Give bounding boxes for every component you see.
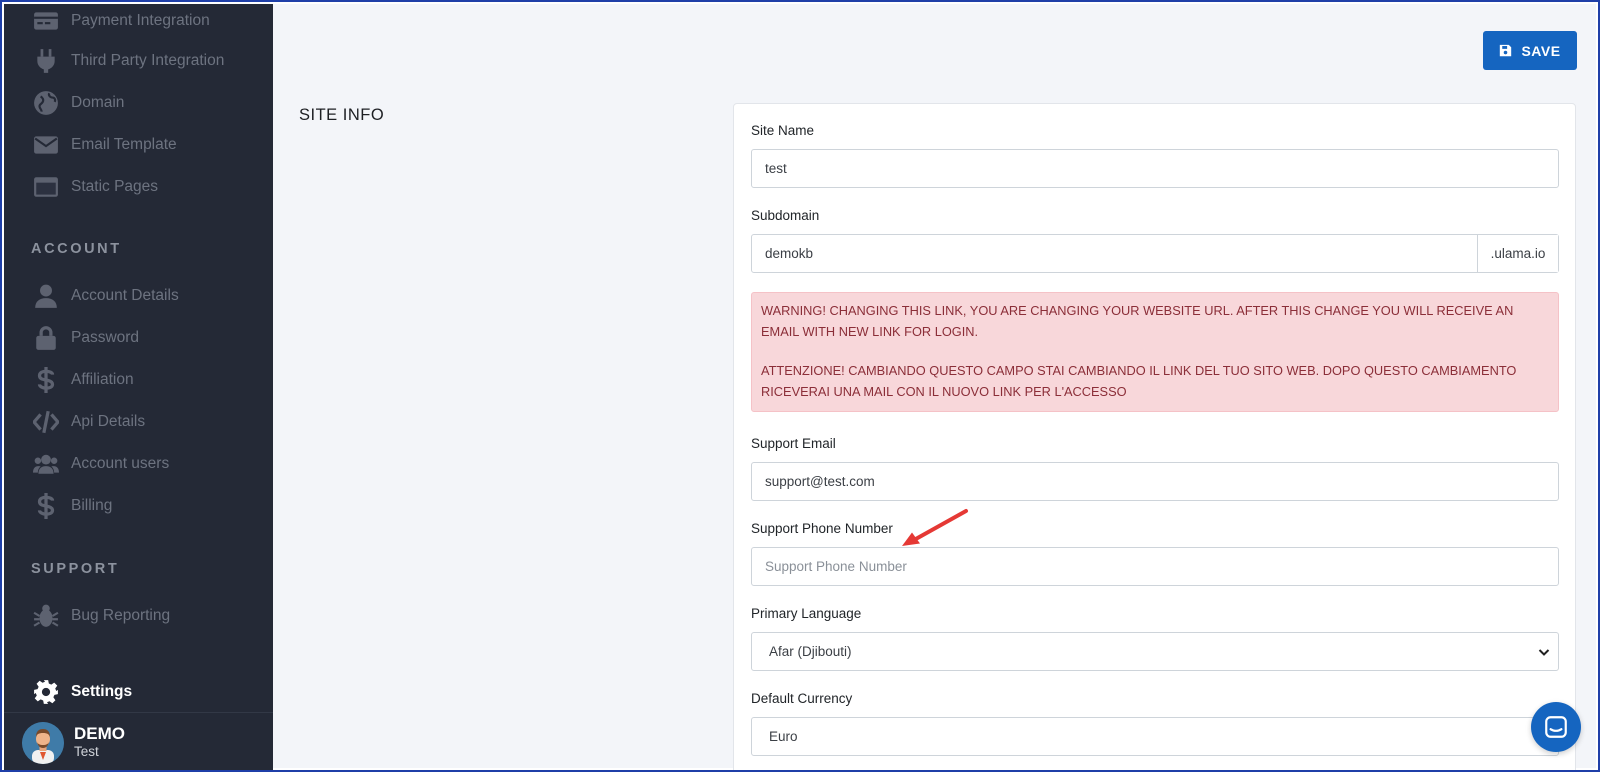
sidebar-item-label: Billing [71,497,113,514]
sidebar-section-support: SUPPORT [31,561,120,577]
support-email-label: Support Email [751,436,836,451]
globe-icon [31,89,61,117]
user-icon [31,282,61,310]
sidebar-item-static-pages[interactable]: Static Pages [4,172,273,202]
sidebar-item-label: Account Details [71,287,179,304]
sidebar-item-account-users[interactable]: Account users [4,449,273,479]
site-name-input[interactable]: test [751,149,1559,188]
chat-icon [1545,716,1567,738]
code-icon [31,408,61,436]
primary-language-select[interactable]: Afar (Djibouti) [751,632,1559,671]
support-phone-input[interactable]: Support Phone Number [751,547,1559,586]
support-phone-placeholder: Support Phone Number [765,559,907,574]
site-name-value: test [765,161,787,176]
user-profile[interactable]: DEMO Test [4,712,273,770]
sidebar-item-payment-integration[interactable]: Payment Integration [4,6,273,36]
dollar-icon [31,366,61,394]
sidebar-section-account: ACCOUNT [31,241,122,257]
sidebar-item-label: Affiliation [71,371,134,388]
sidebar-item-email-template[interactable]: Email Template [4,130,273,160]
sidebar-item-label: Email Template [71,136,177,153]
subdomain-value: demokb [765,246,814,261]
sidebar-item-label: Static Pages [71,178,159,195]
bug-icon [31,602,61,630]
sidebar-item-label: Settings [71,683,133,700]
sidebar-item-label: Api Details [71,413,146,430]
sidebar: Payment Integration Third Party Integrat… [4,4,273,770]
sidebar-item-label: Domain [71,94,125,111]
annotation-arrow [902,509,968,546]
default-currency-label: Default Currency [751,691,853,706]
gear-icon [31,678,61,706]
sidebar-item-label: Password [71,329,140,346]
sidebar-item-settings[interactable]: Settings [4,677,273,707]
support-email-value: support@test.com [765,474,875,489]
users-icon [31,450,61,478]
save-button-label: SAVE [1521,42,1561,59]
warning-text-it: ATTENZIONE! CAMBIANDO QUESTO CAMPO STAI … [761,363,1517,399]
window-icon [31,173,61,201]
subdomain-input[interactable]: demokb .ulama.io [751,234,1559,273]
warning-alert: WARNING! CHANGING THIS LINK, YOU ARE CHA… [751,292,1559,412]
user-subtitle: Test [74,743,99,759]
sidebar-item-label: Third Party Integration [71,52,225,69]
warning-text-en: WARNING! CHANGING THIS LINK, YOU ARE CHA… [761,303,1514,339]
save-button[interactable]: SAVE [1483,31,1577,70]
subdomain-label: Subdomain [751,208,820,223]
plug-icon [31,47,61,75]
envelope-icon [31,131,61,159]
subdomain-suffix: .ulama.io [1477,235,1558,272]
user-name: DEMO [74,723,125,743]
chevron-down-icon [1538,646,1550,658]
main-content: SAVE SITE INFO Site Name test Subdomain … [273,4,1596,770]
primary-language-label: Primary Language [751,606,862,621]
section-title: SITE INFO [299,106,385,124]
sidebar-item-third-party-integration[interactable]: Third Party Integration [4,46,273,76]
floppy-disk-icon [1500,44,1512,57]
support-phone-label: Support Phone Number [751,521,893,536]
sidebar-item-label: Account users [71,455,170,472]
primary-language-value: Afar (Djibouti) [769,644,852,659]
sidebar-item-password[interactable]: Password [4,323,273,353]
sidebar-item-affiliation[interactable]: Affiliation [4,365,273,395]
app-frame: Payment Integration Third Party Integrat… [0,0,1600,772]
sidebar-item-domain[interactable]: Domain [4,88,273,118]
sidebar-item-account-details[interactable]: Account Details [4,281,273,311]
site-name-label: Site Name [751,123,815,138]
lock-icon [31,324,61,352]
avatar [22,721,64,764]
sidebar-item-api-details[interactable]: Api Details [4,407,273,437]
default-currency-select[interactable]: Euro [751,717,1559,756]
chat-launcher-button[interactable] [1531,702,1581,752]
support-email-input[interactable]: support@test.com [751,462,1559,501]
sidebar-item-billing[interactable]: Billing [4,491,273,521]
sidebar-item-bug-reporting[interactable]: Bug Reporting [4,601,273,631]
sidebar-item-label: Payment Integration [71,12,210,29]
site-info-card: Site Name test Subdomain demokb .ulama.i… [733,103,1576,770]
dollar-icon [31,492,61,520]
payment-icon [31,7,61,35]
default-currency-value: Euro [769,729,798,744]
sidebar-item-label: Bug Reporting [71,607,171,624]
